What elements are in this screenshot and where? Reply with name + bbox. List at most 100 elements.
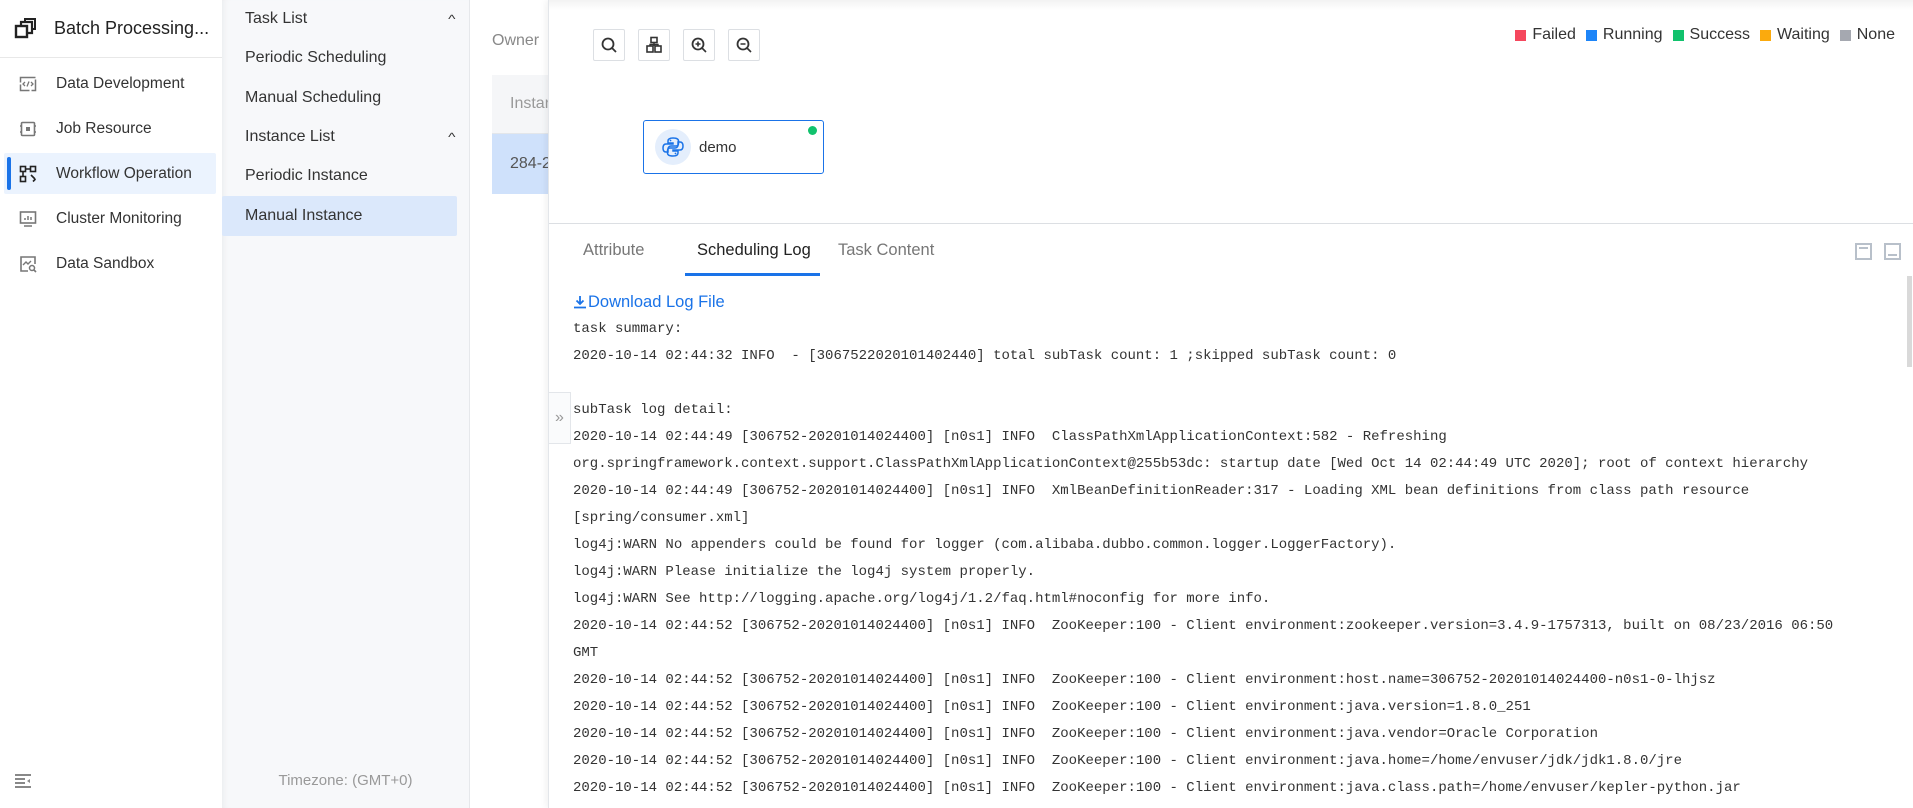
node-name: demo xyxy=(699,138,737,156)
workflow-icon xyxy=(19,165,37,182)
chip-icon xyxy=(20,121,36,136)
copy-stack-icon xyxy=(14,17,36,38)
nav-item-data-development[interactable]: Data Development xyxy=(4,63,216,104)
column-header-instance: Instance xyxy=(492,75,552,134)
legend-swatch xyxy=(1839,29,1851,41)
log-line: 2020-10-14 02:44:52 [306752-202010140244… xyxy=(573,672,1716,688)
nav-item-job-resource[interactable]: Job Resource xyxy=(4,108,216,149)
legend-label: Failed xyxy=(1532,26,1576,43)
log-line: 2020-10-14 02:44:52 [306752-202010140244… xyxy=(573,618,1834,634)
owner-filter-label: Owner xyxy=(492,32,540,49)
log-lines: task summary: 2020-10-14 02:44:32 INFO - … xyxy=(573,316,1893,802)
log-line: 2020-10-14 02:44:32 INFO - [306752202010… xyxy=(573,348,1397,364)
top-shadow xyxy=(549,0,1913,10)
zoom-out-icon xyxy=(736,37,752,53)
drawer-tabs: Attribute Scheduling Log Task Content xyxy=(549,225,1913,277)
log-line: log4j:WARN See http://logging.apache.org… xyxy=(573,591,1271,607)
window-controls xyxy=(1855,243,1901,260)
legend-label: Running xyxy=(1602,26,1663,43)
instance-list: Owner Instance 284-2 xyxy=(470,0,552,808)
minimize-icon[interactable] xyxy=(1884,243,1901,260)
nav-item-label: Workflow Operation xyxy=(56,164,192,182)
chevron-up-icon: ^ xyxy=(448,130,456,144)
nav-item-label: Data Sandbox xyxy=(56,254,155,272)
log-line: GMT xyxy=(573,645,599,661)
timezone-label: Timezone: (GMT+0) xyxy=(278,772,413,789)
nav-list: Data Development Job Resource Workflow O… xyxy=(0,63,222,284)
workflow-canvas[interactable]: Failed Running Success Waiting None demo xyxy=(549,0,1913,224)
zoom-in-icon xyxy=(691,37,707,53)
left-nav: Batch Processing... Data Development Job… xyxy=(0,0,222,808)
group-instance-list[interactable]: Instance List ^ xyxy=(222,118,469,156)
log-scrollbar[interactable] xyxy=(1907,276,1912,367)
subnav-item-periodic-scheduling[interactable]: Periodic Scheduling xyxy=(222,38,457,78)
legend-item-running: Running xyxy=(1585,26,1663,44)
subnav-item-manual-scheduling[interactable]: Manual Scheduling xyxy=(222,78,457,118)
sandbox-icon xyxy=(20,255,37,273)
canvas-toolbar xyxy=(593,29,760,61)
nav-item-label: Cluster Monitoring xyxy=(56,209,182,227)
nav-item-cluster-monitoring[interactable]: Cluster Monitoring xyxy=(4,198,216,239)
instance-detail-drawer: Failed Running Success Waiting None demo Att… xyxy=(548,0,1913,808)
group-label: Instance List xyxy=(245,128,335,145)
log-line: task summary: xyxy=(573,321,683,337)
log-line: 2020-10-14 02:44:49 [306752-202010140244… xyxy=(573,483,1750,499)
expand-panel-button[interactable]: » xyxy=(549,392,571,444)
code-icon xyxy=(19,76,37,91)
zoom-in-button[interactable] xyxy=(683,29,715,61)
log-line: subTask log detail: xyxy=(573,402,733,418)
layout-button[interactable] xyxy=(638,29,670,61)
zoom-out-button[interactable] xyxy=(728,29,760,61)
log-line: [spring/consumer.xml] xyxy=(573,510,750,526)
log-line: 2020-10-14 02:44:49 [306752-202010140244… xyxy=(573,429,1447,445)
group-task-list[interactable]: Task List ^ xyxy=(222,0,469,38)
legend-item-failed: Failed xyxy=(1515,26,1576,44)
nav-item-workflow-operation[interactable]: Workflow Operation xyxy=(4,153,216,194)
legend-swatch xyxy=(1515,29,1527,41)
tab-task-content[interactable]: Task Content xyxy=(838,241,934,260)
legend-label: Success xyxy=(1689,26,1750,43)
legend-item-success: Success xyxy=(1672,26,1750,44)
subnav-item-manual-instance[interactable]: Manual Instance xyxy=(222,196,457,236)
subnav-item-periodic-instance[interactable]: Periodic Instance xyxy=(222,156,457,196)
download-log-link[interactable]: Download Log File xyxy=(573,290,1893,314)
workflow-node-demo[interactable]: demo xyxy=(643,120,824,174)
log-viewer: Download Log File task summary: 2020-10-1… xyxy=(573,290,1893,808)
app-title: Batch Processing... xyxy=(54,18,210,38)
group-label: Task List xyxy=(245,10,308,27)
log-line: 2020-10-14 02:44:52 [306752-202010140244… xyxy=(573,699,1531,715)
nav-item-label: Data Development xyxy=(56,74,185,92)
legend-label: Waiting xyxy=(1776,26,1830,43)
layout-tree-icon xyxy=(646,36,662,53)
legend-item-waiting: Waiting xyxy=(1759,26,1830,44)
brand: Batch Processing... xyxy=(0,0,222,58)
nav-item-label: Job Resource xyxy=(56,119,152,137)
status-legend: Failed Running Success Waiting None xyxy=(1505,26,1895,44)
collapse-menu-icon[interactable] xyxy=(14,773,32,789)
tab-scheduling-log[interactable]: Scheduling Log xyxy=(697,241,811,260)
legend-swatch xyxy=(1759,29,1771,41)
tab-attribute[interactable]: Attribute xyxy=(583,241,644,260)
log-line: 2020-10-14 02:44:52 [306752-202010140244… xyxy=(573,726,1598,742)
log-line: org.springframework.context.support.Clas… xyxy=(573,456,1809,472)
legend-label: None xyxy=(1856,26,1895,43)
log-line: log4j:WARN No appenders could be found f… xyxy=(573,537,1397,553)
chevron-up-icon: ^ xyxy=(448,12,456,26)
app-root: Batch Processing... Data Development Job… xyxy=(0,0,1913,808)
search-icon xyxy=(601,37,617,53)
legend-swatch xyxy=(1585,29,1597,41)
legend-swatch xyxy=(1672,29,1684,41)
log-line: 2020-10-14 02:44:52 [306752-202010140244… xyxy=(573,753,1682,769)
log-line: log4j:WARN Please initialize the log4j s… xyxy=(573,564,1036,580)
node-status-dot xyxy=(808,126,817,135)
log-line: 2020-10-14 02:44:52 [306752-202010140244… xyxy=(573,780,1741,796)
monitor-icon xyxy=(19,210,37,227)
table-row[interactable]: 284-2 xyxy=(492,134,552,194)
download-log-label: Download Log File xyxy=(588,292,725,311)
nav-item-data-sandbox[interactable]: Data Sandbox xyxy=(4,243,216,284)
legend-item-none: None xyxy=(1839,26,1895,44)
search-button[interactable] xyxy=(593,29,625,61)
python-icon xyxy=(662,137,684,157)
maximize-icon[interactable] xyxy=(1855,243,1872,260)
